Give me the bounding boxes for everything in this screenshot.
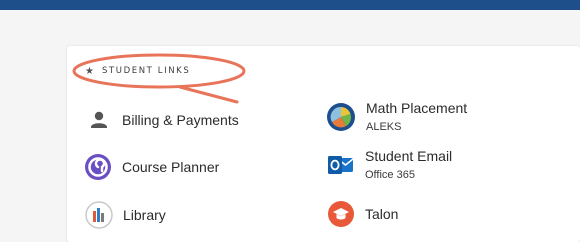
talon-icon [327,200,355,228]
link-label: Course Planner [122,158,220,175]
aleks-icon [326,102,356,132]
link-billing-payments[interactable]: Billing & Payments [86,107,239,133]
link-label: Math Placement [366,100,468,116]
library-icon [85,201,113,229]
top-header-bar [0,0,580,10]
link-library[interactable]: Library [85,201,166,229]
link-label: Library [123,206,166,223]
star-icon: ★ [85,65,94,77]
section-title-text: STUDENT LINKS [101,66,191,76]
link-label: Billing & Payments [122,111,239,128]
link-sublabel: ALEKS [366,121,402,133]
link-label: Student Email [365,148,453,164]
link-talon[interactable]: Talon [327,200,398,228]
course-planner-icon [84,153,112,181]
section-title: ★ STUDENT LINKS [85,64,190,78]
outlook-icon [327,151,355,179]
link-label: Talon [365,205,399,222]
link-math-placement[interactable]: Math Placement ALEKS [326,100,467,134]
link-course-planner[interactable]: Course Planner [84,153,219,181]
link-student-email[interactable]: Student Email Office 365 [327,148,452,182]
link-sublabel: Office 365 [365,169,415,181]
person-icon [86,107,112,133]
